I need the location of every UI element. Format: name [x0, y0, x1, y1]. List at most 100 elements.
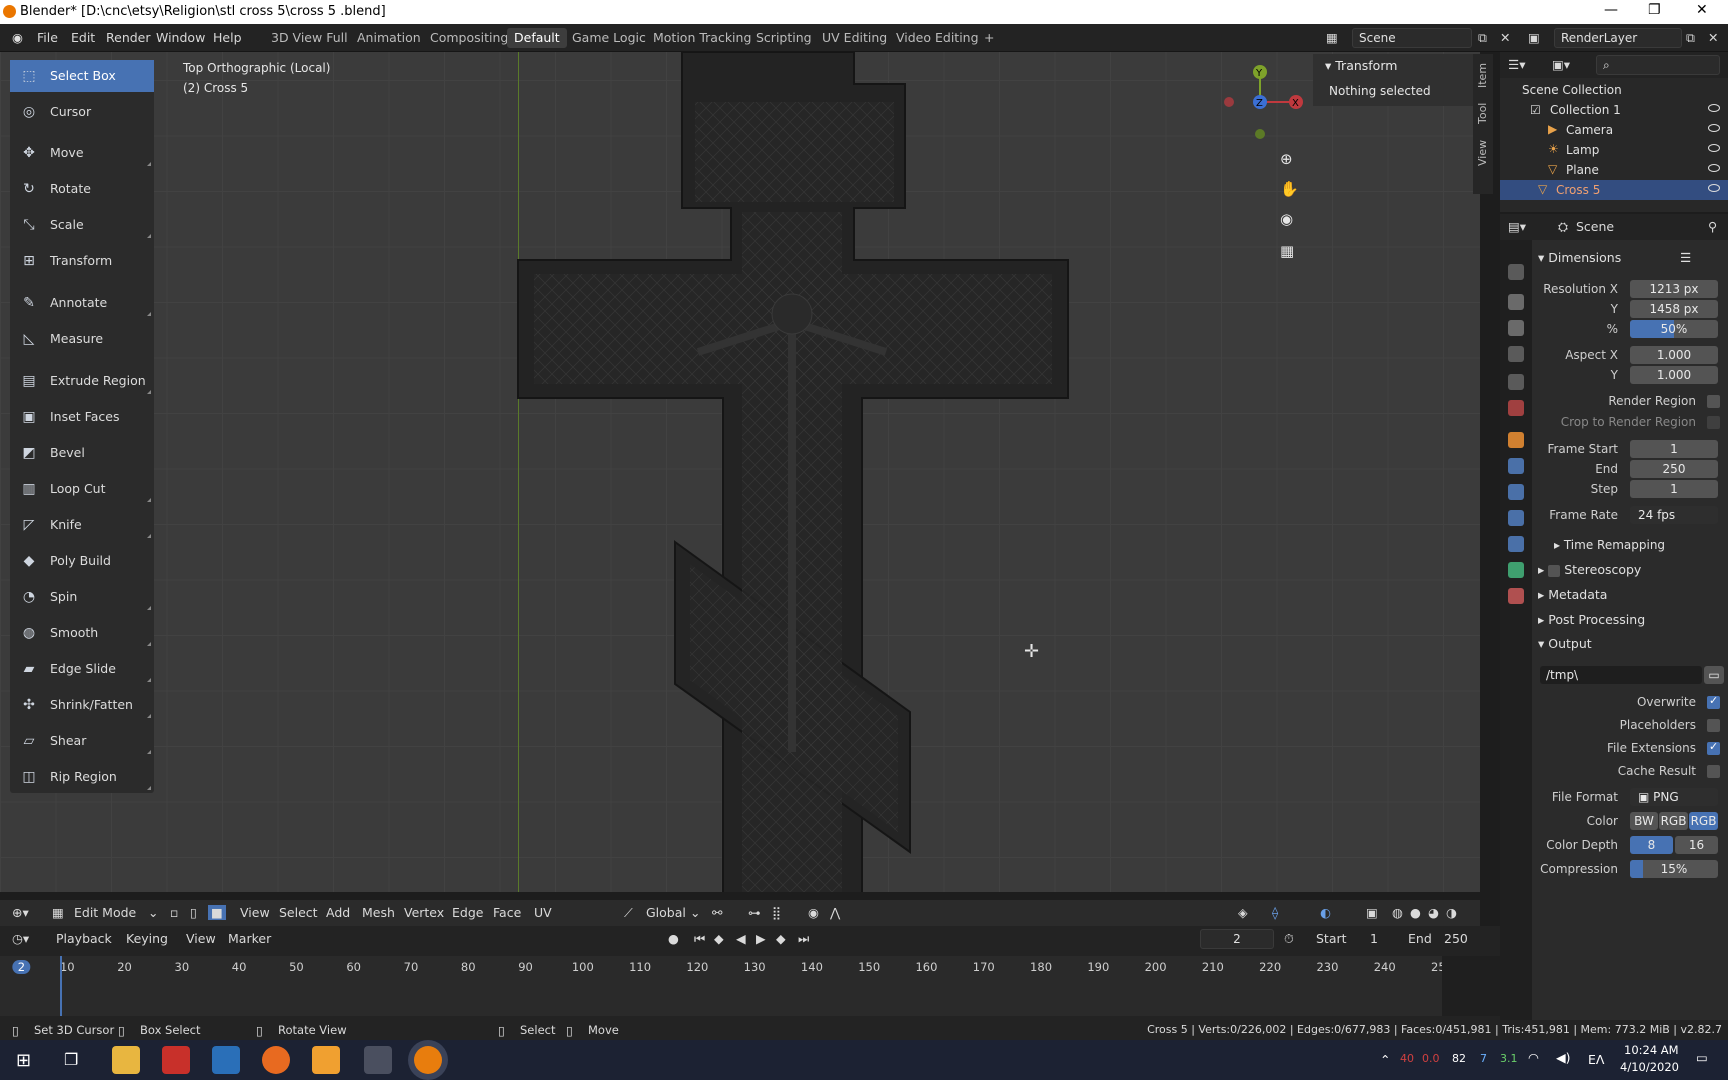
data-tab-icon[interactable] — [1508, 562, 1524, 578]
menu-file[interactable]: File — [37, 30, 58, 45]
aspect-x-field[interactable]: 1.000 — [1630, 346, 1718, 364]
overwrite-checkbox[interactable] — [1707, 694, 1720, 709]
outliner-item-lamp[interactable]: ☀ Lamp — [1500, 140, 1728, 160]
menu-add[interactable]: Add — [326, 905, 350, 920]
menu-marker[interactable]: Marker — [228, 931, 271, 946]
tool-smooth[interactable]: ◍ Smooth — [10, 617, 154, 649]
app-icon[interactable] — [364, 1046, 392, 1074]
frame-start-field[interactable]: 1 — [1630, 440, 1718, 458]
file-extensions-checkbox[interactable] — [1707, 740, 1720, 755]
crop-checkbox[interactable] — [1707, 416, 1720, 429]
world-tab-icon[interactable] — [1508, 400, 1524, 416]
tool-rotate[interactable]: ↻ Rotate — [10, 173, 154, 205]
select-mode-vertex-icon[interactable]: ▫ — [170, 905, 178, 920]
3d-viewport[interactable]: Top Orthographic (Local) (2) Cross 5 Y X… — [0, 52, 1480, 892]
tab-game-logic[interactable]: Game Logic — [565, 28, 653, 48]
folder-icon[interactable]: ▭ — [1704, 666, 1724, 684]
scene-selector[interactable]: Scene — [1352, 28, 1472, 48]
tool-move[interactable]: ✥ Move — [10, 137, 154, 169]
clock-date[interactable]: 4/10/2020 — [1620, 1060, 1679, 1074]
end-field[interactable]: 250 — [1444, 931, 1468, 946]
keyboard-language[interactable]: EΛ — [1588, 1052, 1604, 1067]
frame-rate-selector[interactable]: 24 fps — [1630, 506, 1718, 524]
task-view-icon[interactable]: ❐ — [64, 1050, 78, 1069]
play-icon[interactable]: ▶ — [756, 931, 766, 946]
playhead[interactable] — [60, 956, 62, 1016]
pin-icon[interactable]: ⚲ — [1708, 219, 1717, 234]
next-keyframe-icon[interactable]: ◆ — [776, 931, 786, 946]
xray-icon[interactable]: ▣ — [1366, 905, 1378, 920]
editor-type-icon[interactable]: ◷▾ — [12, 931, 29, 946]
acrobat-icon[interactable] — [162, 1046, 190, 1074]
dimensions-header[interactable]: ▾ Dimensions — [1538, 250, 1621, 265]
record-icon[interactable]: ● — [668, 931, 679, 946]
tool-edge-slide[interactable]: ▰ Edge Slide — [10, 653, 154, 685]
menu-help[interactable]: Help — [213, 30, 242, 45]
cache-result-checkbox[interactable] — [1707, 765, 1720, 778]
firefox-icon[interactable] — [262, 1046, 290, 1074]
tab-item[interactable]: Item — [1476, 63, 1489, 88]
eye-icon[interactable] — [1708, 164, 1720, 172]
gizmo-toggle-icon[interactable]: ⟠ — [1272, 905, 1278, 920]
play-reverse-icon[interactable]: ◀ — [736, 931, 746, 946]
tool-annotate[interactable]: ✎ Annotate — [10, 287, 154, 319]
render-region-checkbox[interactable] — [1707, 395, 1720, 408]
jump-end-icon[interactable]: ⏭ — [798, 931, 809, 947]
menu-playback[interactable]: Playback — [56, 931, 112, 946]
aspect-y-field[interactable]: 1.000 — [1630, 366, 1718, 384]
file-format-selector[interactable]: ▣ PNG — [1630, 788, 1718, 806]
color-bw-option[interactable]: BW — [1630, 812, 1658, 830]
thunderbird-icon[interactable] — [212, 1046, 240, 1074]
time-remapping-header[interactable]: ▸ Time Remapping — [1554, 538, 1665, 552]
tool-transform[interactable]: ⊞ Transform — [10, 245, 154, 277]
menu-view[interactable]: View — [186, 931, 216, 946]
select-mode-edge-icon[interactable]: ▯ — [190, 905, 197, 920]
shading-solid-icon[interactable]: ● — [1410, 905, 1421, 920]
x-icon[interactable]: ✕ — [1708, 30, 1718, 45]
collection-row[interactable]: ☑ Collection 1 — [1500, 100, 1728, 120]
scene-tab-icon[interactable] — [1508, 374, 1524, 390]
tool-loop-cut[interactable]: ▥ Loop Cut — [10, 473, 154, 505]
menu-edit[interactable]: Edit — [71, 30, 95, 45]
color-rgba-option[interactable]: RGB — [1689, 812, 1718, 830]
wifi-icon[interactable]: ◠ — [1528, 1050, 1539, 1065]
proportional-edit-icon[interactable]: ◉ — [808, 905, 819, 920]
color-depth-16-option[interactable]: 16 — [1675, 836, 1718, 854]
tab-motion-tracking[interactable]: Motion Tracking — [646, 28, 758, 48]
navigation-gizmo[interactable]: Y X Z — [1215, 58, 1305, 148]
outliner-item-cross-5[interactable]: ▽ Cross 5 — [1500, 180, 1728, 200]
shading-wireframe-icon[interactable]: ◍ — [1392, 905, 1403, 920]
minimize-icon[interactable]: — — [1604, 2, 1618, 18]
render-layer-selector[interactable]: RenderLayer — [1554, 28, 1682, 48]
close-icon[interactable]: ✕ — [1696, 2, 1708, 18]
resolution-y-field[interactable]: 1458 px — [1630, 300, 1718, 318]
visibility-icon[interactable]: ◈ — [1238, 905, 1248, 920]
menu-mesh[interactable]: Mesh — [362, 905, 395, 920]
tool-extrude-region[interactable]: ▤ Extrude Region — [10, 365, 154, 397]
menu-view[interactable]: View — [240, 905, 270, 920]
maximize-icon[interactable]: ❐ — [1648, 2, 1661, 18]
jump-start-icon[interactable]: ⏮ — [694, 931, 705, 947]
tab-tool[interactable]: Tool — [1476, 103, 1489, 124]
tray-chevron-icon[interactable]: ⌃ — [1380, 1052, 1390, 1067]
prev-keyframe-icon[interactable]: ◆ — [714, 931, 724, 946]
frame-step-field[interactable]: 1 — [1630, 480, 1718, 498]
checkbox-icon[interactable]: ☑ — [1530, 103, 1541, 117]
tab-scripting[interactable]: Scripting — [749, 28, 819, 48]
render-tab-icon[interactable] — [1508, 294, 1524, 310]
menu-render[interactable]: Render — [106, 30, 151, 45]
placeholders-checkbox[interactable] — [1707, 719, 1720, 732]
copy-icon[interactable]: ⧉ — [1686, 30, 1695, 46]
eye-icon[interactable] — [1708, 144, 1720, 152]
tab-view[interactable]: View — [1476, 140, 1489, 166]
metadata-header[interactable]: ▸ Metadata — [1538, 587, 1607, 602]
clock-time[interactable]: 10:24 AM — [1624, 1043, 1679, 1057]
copy-icon[interactable]: ⧉ — [1478, 30, 1487, 46]
output-tab-icon[interactable] — [1508, 320, 1524, 336]
editor-type-icon[interactable]: ☰▾ — [1508, 57, 1525, 72]
color-rgb-option[interactable]: RGB — [1659, 812, 1688, 830]
start-field[interactable]: 1 — [1370, 931, 1378, 946]
snap-grid-icon[interactable]: ⣿ — [772, 905, 781, 920]
post-processing-header[interactable]: ▸ Post Processing — [1538, 612, 1645, 627]
output-path-field[interactable]: /tmp\ — [1540, 666, 1702, 684]
